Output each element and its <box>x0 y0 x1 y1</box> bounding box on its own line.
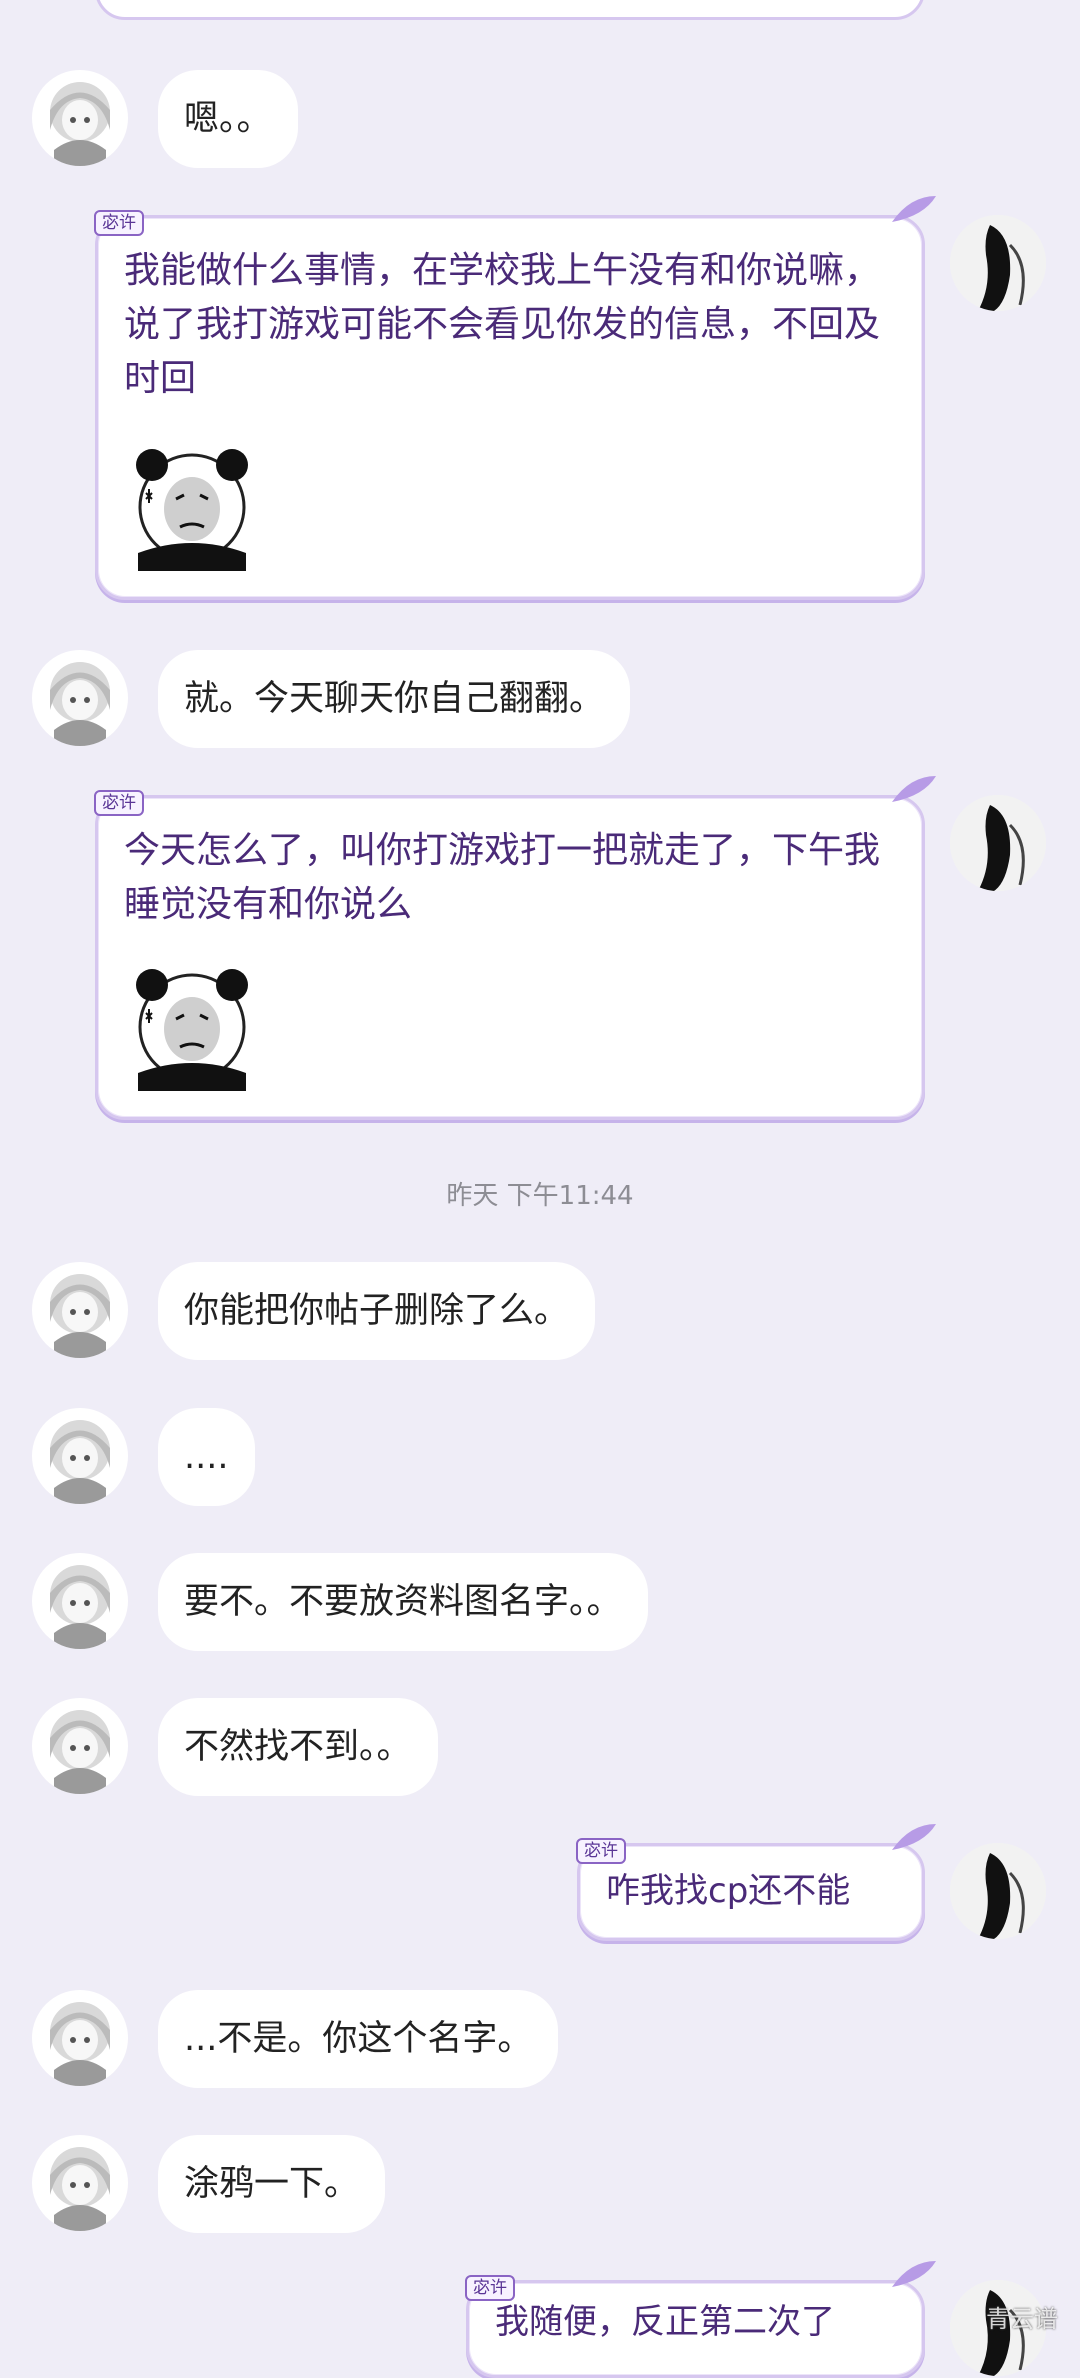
message-text: 你能把你帖子删除了么。 <box>184 1291 570 1331</box>
message-text: 不然找不到。。 <box>184 1727 412 1767</box>
message-text: 今天怎么了，叫你打游戏打一把就走了，下午我睡觉没有和你说么 <box>124 830 881 925</box>
leaf-icon <box>892 2261 936 2287</box>
my-avatar[interactable] <box>950 215 1046 311</box>
timestamp: 昨天 下午11:44 <box>446 1181 634 1211</box>
message-text: 咋我找cp还不能 <box>606 1871 851 1911</box>
my-avatar[interactable] <box>950 795 1046 891</box>
partial-top-bubble <box>95 0 925 20</box>
message-bubble[interactable]: 就。今天聊天你自己翻翻。 <box>158 650 631 748</box>
contact-avatar[interactable] <box>32 1408 128 1504</box>
message-text: .... <box>184 1437 229 1477</box>
message-bubble[interactable]: 要不。不要放资料图名字。。 <box>158 1553 648 1651</box>
panda-sticker-icon <box>128 443 256 571</box>
message-text: 嗯。。 <box>184 99 272 139</box>
bubble-tag: 宓许 <box>576 1838 626 1864</box>
contact-avatar[interactable] <box>32 1698 128 1794</box>
message-bubble[interactable]: 不然找不到。。 <box>158 1698 438 1796</box>
message-text: ...不是。你这个名字。 <box>184 2019 533 2059</box>
my-avatar[interactable] <box>950 1843 1046 1939</box>
watermark: 青云谱 <box>986 2305 1058 2333</box>
leaf-icon <box>892 1824 936 1850</box>
bubble-tag: 宓许 <box>94 790 144 816</box>
leaf-icon <box>892 776 936 802</box>
panda-sticker-icon <box>128 963 256 1091</box>
message-text: 就。今天聊天你自己翻翻。 <box>184 679 605 719</box>
contact-avatar[interactable] <box>32 1553 128 1649</box>
contact-avatar[interactable] <box>32 2135 128 2231</box>
contact-avatar[interactable] <box>32 650 128 746</box>
message-bubble[interactable]: 宓许 咋我找cp还不能 <box>576 1824 936 1941</box>
message-text: 我随便，反正第二次了 <box>495 2302 835 2342</box>
message-bubble[interactable]: 你能把你帖子删除了么。 <box>158 1262 596 1360</box>
message-bubble[interactable]: .... <box>158 1408 255 1506</box>
message-text: 我能做什么事情，在学校我上午没有和你说嘛，说了我打游戏可能不会看见你发的信息，不… <box>124 250 881 399</box>
message-bubble[interactable]: ...不是。你这个名字。 <box>158 1990 559 2088</box>
contact-avatar[interactable] <box>32 1990 128 2086</box>
message-text: 涂鸦一下。 <box>184 2164 360 2204</box>
message-text: 要不。不要放资料图名字。。 <box>184 1582 622 1622</box>
contact-avatar[interactable] <box>32 70 128 166</box>
leaf-icon <box>892 196 936 222</box>
message-bubble[interactable]: 涂鸦一下。 <box>158 2135 386 2233</box>
bubble-tag: 宓许 <box>94 210 144 236</box>
contact-avatar[interactable] <box>32 1262 128 1358</box>
message-bubble[interactable]: 宓许 我随便，反正第二次了 <box>465 2261 936 2378</box>
message-bubble[interactable]: 宓许 今天怎么了，叫你打游戏打一把就走了，下午我睡觉没有和你说么 <box>94 776 936 1120</box>
message-bubble[interactable]: 宓许 我能做什么事情，在学校我上午没有和你说嘛，说了我打游戏可能不会看见你发的信… <box>94 196 936 600</box>
message-bubble[interactable]: 嗯。。 <box>158 70 298 168</box>
